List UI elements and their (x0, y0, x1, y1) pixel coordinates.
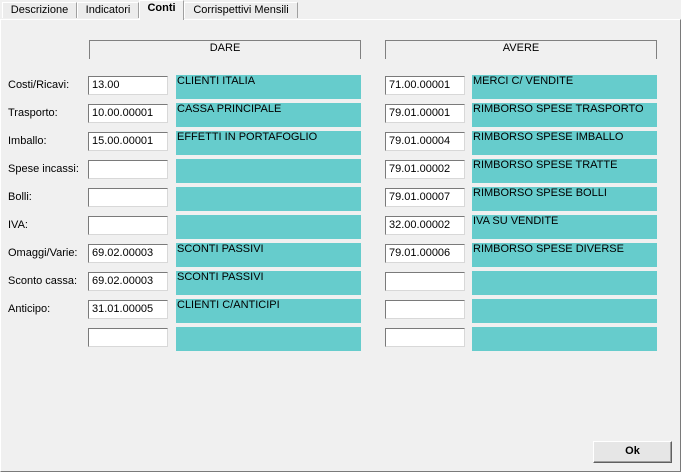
dare-description: CASSA PRINCIPALE (176, 103, 361, 127)
avere-code-field[interactable] (385, 272, 465, 291)
avere-description (472, 327, 657, 351)
dare-description (176, 159, 361, 183)
row-label: Costi/Ricavi: (8, 79, 70, 91)
avere-description: MERCI C/ VENDITE (472, 75, 657, 99)
tab-corrispettivi-mensili[interactable]: Corrispettivi Mensili (184, 2, 298, 18)
avere-code-field[interactable] (385, 328, 465, 347)
tab-conti[interactable]: Conti (139, 0, 184, 20)
avere-description (472, 271, 657, 295)
dare-description: CLIENTI ITALIA (176, 75, 361, 99)
row-label: Omaggi/Varie: (8, 247, 78, 259)
avere-description: IVA SU VENDITE (472, 215, 657, 239)
dare-header: DARE (89, 40, 361, 59)
row-label: Trasporto: (8, 107, 58, 119)
dare-description (176, 187, 361, 211)
avere-code-field[interactable]: 79.01.00004 (385, 132, 465, 151)
dare-code-field[interactable]: 10.00.00001 (88, 104, 168, 123)
avere-description: RIMBORSO SPESE IMBALLO (472, 131, 657, 155)
dare-code-field[interactable]: 31.01.00005 (88, 300, 168, 319)
row-label: IVA: (8, 219, 28, 231)
avere-code-field[interactable]: 79.01.00007 (385, 188, 465, 207)
dare-description: SCONTI PASSIVI (176, 271, 361, 295)
dare-code-field[interactable] (88, 216, 168, 235)
tab-indicatori[interactable]: Indicatori (77, 2, 139, 18)
row-label: Sconto cassa: (8, 275, 78, 287)
avere-code-field[interactable]: 32.00.00002 (385, 216, 465, 235)
tab-descrizione[interactable]: Descrizione (2, 2, 77, 18)
avere-description: RIMBORSO SPESE TRATTE (472, 159, 657, 183)
avere-description: RIMBORSO SPESE TRASPORTO (472, 103, 657, 127)
dare-code-field[interactable]: 69.02.00003 (88, 244, 168, 263)
dare-code-field[interactable] (88, 188, 168, 207)
dare-description (176, 327, 361, 351)
avere-description: RIMBORSO SPESE BOLLI (472, 187, 657, 211)
row-label: Anticipo: (8, 303, 51, 315)
dare-description: SCONTI PASSIVI (176, 243, 361, 267)
dare-code-field[interactable]: 15.00.00001 (88, 132, 168, 151)
avere-description (472, 299, 657, 323)
avere-code-field[interactable]: 71.00.00001 (385, 76, 465, 95)
dare-code-field[interactable] (88, 328, 168, 347)
avere-code-field[interactable] (385, 300, 465, 319)
dare-description: EFFETTI IN PORTAFOGLIO (176, 131, 361, 155)
dare-description (176, 215, 361, 239)
avere-code-field[interactable]: 79.01.00002 (385, 160, 465, 179)
avere-header: AVERE (385, 40, 657, 59)
avere-code-field[interactable]: 79.01.00006 (385, 244, 465, 263)
dare-code-field[interactable]: 69.02.00003 (88, 272, 168, 291)
avere-code-field[interactable]: 79.01.00001 (385, 104, 465, 123)
row-label: Bolli: (8, 191, 32, 203)
dare-code-field[interactable]: 13.00 (88, 76, 168, 95)
ok-button[interactable]: Ok (593, 441, 672, 463)
avere-description: RIMBORSO SPESE DIVERSE (472, 243, 657, 267)
row-label: Spese incassi: (8, 163, 79, 175)
dare-description: CLIENTI C/ANTICIPI (176, 299, 361, 323)
row-label: Imballo: (8, 135, 47, 147)
dare-code-field[interactable] (88, 160, 168, 179)
tab-bar: Descrizione Indicatori Conti Corrispetti… (0, 0, 681, 20)
